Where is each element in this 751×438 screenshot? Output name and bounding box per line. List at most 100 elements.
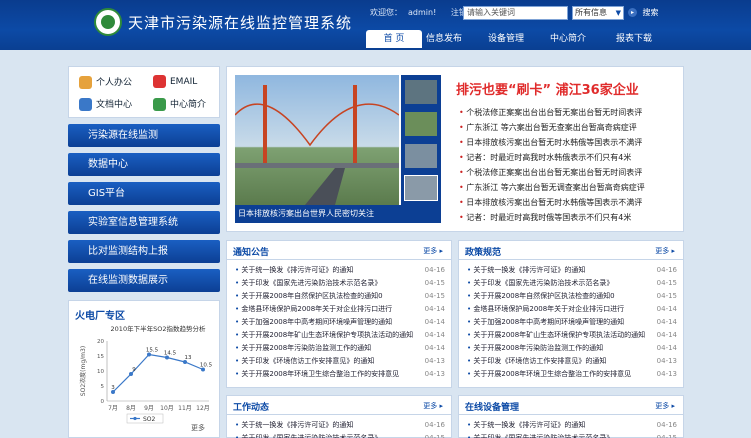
more-link-label: 更多 bbox=[423, 402, 438, 410]
list-item[interactable]: 关于加强2008年中高考期间环境噪声管理的通知 04-14 bbox=[467, 316, 677, 329]
list-item[interactable]: 关于印发《环境信访工作安排意见》的通知 04-13 bbox=[467, 355, 677, 368]
slideshow-caption[interactable]: 日本排放核污案出台世界人民密切关注 bbox=[235, 205, 441, 223]
list-item[interactable]: 关于统一换发《排污许可证》的通知 04-16 bbox=[235, 264, 445, 277]
list-item-date: 04-13 bbox=[656, 357, 677, 365]
menu-online-data[interactable]: 在线监测数据展示 bbox=[68, 269, 220, 292]
zone-title: 火电厂专区 bbox=[75, 311, 125, 322]
list-item-title: 关于印发《环境信访工作安排意见》的通知 bbox=[241, 357, 375, 365]
zone-more-link[interactable]: 更多 bbox=[191, 423, 205, 433]
tab-home[interactable]: 首 页 bbox=[366, 30, 422, 48]
list-item-title: 关于统一换发《排污许可证》的通知 bbox=[241, 266, 354, 274]
list-item-date: 04-16 bbox=[424, 266, 445, 274]
list-item-title: 关于印发《国家先进污染防治技术示范名录》 bbox=[473, 434, 614, 438]
list-item-date: 04-15 bbox=[656, 292, 677, 300]
list-item[interactable]: 个税法修正案案出台出台暂无案出台暂无时间表评 bbox=[459, 105, 681, 120]
list-item[interactable]: 关于开展2008年污染防治监测工作的通知 04-14 bbox=[235, 342, 445, 355]
username: admin! bbox=[408, 8, 437, 17]
more-link[interactable]: 更多 ▸ bbox=[423, 246, 443, 256]
list-item[interactable]: 广东浙江 等六案出台暂无调查案出台暂高奇病症评 bbox=[459, 180, 681, 195]
list-item-date: 04-15 bbox=[424, 434, 445, 438]
more-link-label: 更多 bbox=[655, 402, 670, 410]
list-item[interactable]: 关于开展2008年环境卫生综合整治工作的安排意见 04-13 bbox=[235, 368, 445, 381]
list-item[interactable]: 记者：时最近时高我时俄等国表示不们只有4米 bbox=[459, 210, 681, 225]
more-link-label: 更多 bbox=[655, 247, 670, 255]
thumbnail-4[interactable] bbox=[404, 175, 438, 201]
list-item[interactable]: 关于印发《国家先进污染防治技术示范名录》 04-15 bbox=[235, 277, 445, 290]
data-label: 3 bbox=[111, 385, 115, 391]
info-icon bbox=[153, 98, 166, 111]
quick-link-about[interactable]: 中心简介 bbox=[153, 97, 206, 111]
list-item[interactable]: 关于加强2008年中高考期间环境噪声管理的通知 04-14 bbox=[235, 316, 445, 329]
more-link[interactable]: 更多 ▸ bbox=[423, 401, 443, 411]
list-item[interactable]: 关于印发《国家先进污染防治技术示范名录》 04-15 bbox=[467, 432, 677, 438]
list-item-title: 关于印发《国家先进污染防治技术示范名录》 bbox=[241, 434, 382, 438]
menu-lab-system[interactable]: 实验室信息管理系统 bbox=[68, 211, 220, 234]
list-item-date: 04-14 bbox=[424, 318, 445, 326]
list-item-title: 关于加强2008年中高考期间环境噪声管理的通知 bbox=[241, 318, 393, 326]
person-icon bbox=[79, 76, 92, 89]
site-title: 天津市污染源在线监控管理系统 bbox=[128, 14, 353, 32]
so2-chart: 2010年下半年SO2指数趋势分析 0 5 10 15 20 SO2浓度(mg/m3) 7月 8… bbox=[79, 324, 213, 424]
bridge-illustration bbox=[235, 85, 399, 205]
search-scope-value: 所有信息 bbox=[575, 8, 607, 17]
data-label: 15.5 bbox=[146, 348, 159, 354]
quick-link-email[interactable]: EMAIL bbox=[153, 75, 197, 88]
list-item[interactable]: 关于开展2008年矿山生态环境保护专项执法活动的通知 04-14 bbox=[235, 329, 445, 342]
menu-pollution-monitoring[interactable]: 污染源在线监测 bbox=[68, 124, 220, 147]
box-header: 通知公告 更多 ▸ bbox=[227, 241, 451, 260]
list-item[interactable]: 关于统一换发《排污许可证》的通知 04-16 bbox=[235, 419, 445, 432]
x-tick-label: 11月 bbox=[178, 405, 192, 412]
menu-comparison-report[interactable]: 比对监测结构上报 bbox=[68, 240, 220, 263]
list-item[interactable]: 广东浙江 等六案出台暂无查案出台暂高奇病症评 bbox=[459, 120, 681, 135]
list-item[interactable]: 金塔县环境保护局2008年关于对企业排污口进行 04-14 bbox=[467, 303, 677, 316]
list-item[interactable]: 关于开展2008年污染防治监测工作的通知 04-14 bbox=[467, 342, 677, 355]
quick-link-docs[interactable]: 文档中心 bbox=[79, 97, 132, 111]
tab-devices[interactable]: 设备管理 bbox=[478, 30, 534, 48]
list-item-title: 关于印发《环境信访工作安排意见》的通知 bbox=[473, 357, 607, 365]
box-title: 政策规范 bbox=[465, 248, 502, 258]
search-button[interactable]: ▸ 搜索 bbox=[628, 6, 666, 20]
slideshow-image[interactable] bbox=[235, 75, 399, 205]
list-item[interactable]: 关于印发《环境信访工作安排意见》的通知 04-13 bbox=[235, 355, 445, 368]
thumbnail-1[interactable] bbox=[404, 79, 438, 105]
list-item[interactable]: 关于统一换发《排污许可证》的通知 04-16 bbox=[467, 264, 677, 277]
list-item[interactable]: 记者：时最近时高我时水韩俄表示不们只有4米 bbox=[459, 150, 681, 165]
quick-link-office[interactable]: 个人办公 bbox=[79, 75, 132, 89]
list-item[interactable]: 关于开展2008年环境卫生综合整治工作的安排意见 04-13 bbox=[467, 368, 677, 381]
thumbnail-3[interactable] bbox=[404, 143, 438, 169]
feature-panel: 日本排放核污案出台世界人民密切关注 排污也要“刷卡” 浦江36家企业 个税法修正… bbox=[226, 66, 684, 232]
policy-box: 政策规范 更多 ▸ 关于统一换发《排污许可证》的通知 04-16 关于印发《国家先进污染… bbox=[458, 240, 684, 388]
list-item-date: 04-14 bbox=[424, 344, 445, 352]
y-tick-label: 0 bbox=[101, 399, 105, 405]
tab-news[interactable]: 信息发布 bbox=[416, 30, 472, 48]
header: 天津市污染源在线监控管理系统 欢迎您： admin! 注销 请输入关键词 所有信息… bbox=[0, 0, 751, 50]
list-item[interactable]: 个税法修正案案出台出台暂无案出台暂无时间表评 bbox=[459, 165, 681, 180]
list-item[interactable]: 关于开展2008年矿山生态环境保护专项执法活动的通知 04-14 bbox=[467, 329, 677, 342]
list-item[interactable]: 金塔县环境保护局2008年关于对企业排污口进行 04-14 bbox=[235, 303, 445, 316]
search-input[interactable]: 请输入关键词 bbox=[463, 6, 568, 20]
box-title: 在线设备管理 bbox=[465, 403, 520, 413]
quick-link-label: EMAIL bbox=[170, 77, 198, 87]
list-item-date: 04-14 bbox=[656, 305, 677, 313]
thumbnail-2[interactable] bbox=[404, 111, 438, 137]
tab-about[interactable]: 中心简介 bbox=[540, 30, 596, 48]
list-item[interactable]: 关于开展2008年自然保护区执法检查的通知0 04-15 bbox=[467, 290, 677, 303]
quick-link-label: 文档中心 bbox=[96, 100, 133, 110]
more-link[interactable]: 更多 ▸ bbox=[655, 246, 675, 256]
chevron-right-icon: ▸ bbox=[437, 402, 443, 410]
list-item[interactable]: 关于印发《国家先进污染防治技术示范名录》 04-15 bbox=[235, 432, 445, 438]
list-item[interactable]: 关于开展2008年自然保护区执法检查的通知0 04-15 bbox=[235, 290, 445, 303]
list-item-date: 04-16 bbox=[424, 421, 445, 429]
feature-headline[interactable]: 排污也要“刷卡” 浦江36家企业 bbox=[456, 79, 639, 98]
list-item[interactable]: 日本排放核污案出台暂无时水韩俄等国表示不满评 bbox=[459, 135, 681, 150]
menu-data-center[interactable]: 数据中心 bbox=[68, 153, 220, 176]
search-scope-select[interactable]: 所有信息 ▼ bbox=[572, 6, 624, 20]
list-item[interactable]: 日本排放核污案出台暂无时水韩俄等国表示不满评 bbox=[459, 195, 681, 210]
list-item[interactable]: 关于统一换发《排污许可证》的通知 04-16 bbox=[467, 419, 677, 432]
list-item[interactable]: 关于印发《国家先进污染防治技术示范名录》 04-15 bbox=[467, 277, 677, 290]
list-item-date: 04-15 bbox=[656, 434, 677, 438]
chevron-right-icon: ▸ bbox=[669, 247, 675, 255]
menu-gis[interactable]: GIS平台 bbox=[68, 182, 220, 205]
more-link[interactable]: 更多 ▸ bbox=[655, 401, 675, 411]
tab-reports[interactable]: 报表下载 bbox=[606, 30, 662, 48]
